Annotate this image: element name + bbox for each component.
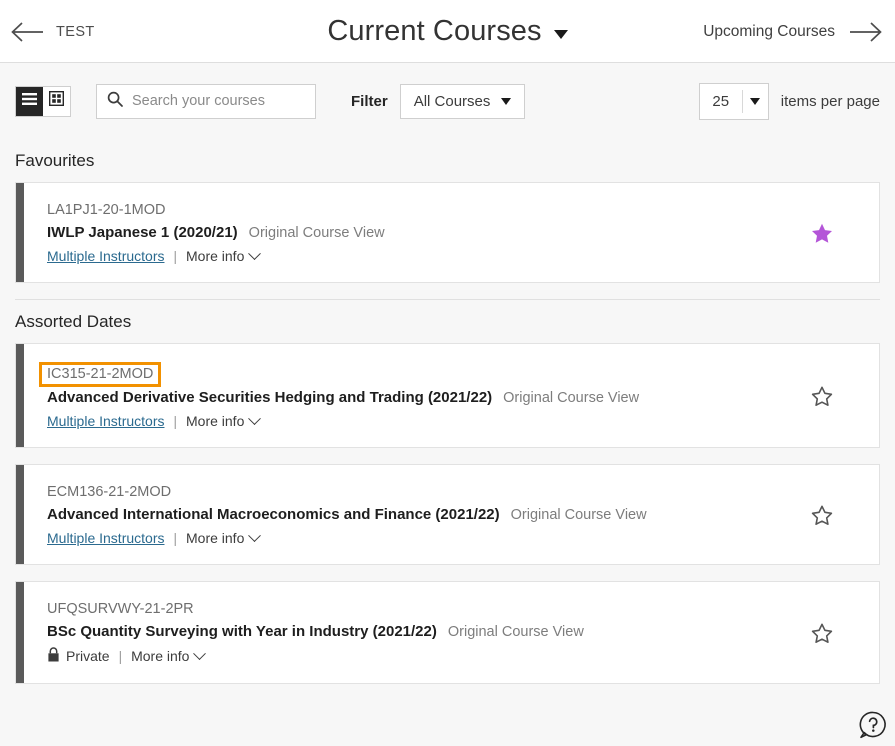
chevron-down-icon <box>501 98 511 105</box>
chevron-down-icon[interactable] <box>554 30 568 39</box>
course-title-row: BSc Quantity Surveying with Year in Indu… <box>47 623 861 640</box>
instructors-link[interactable]: Multiple Instructors <box>47 248 164 264</box>
course-id: LA1PJ1-20-1MOD <box>47 202 165 218</box>
course-card[interactable]: UFQSURVWY-21-2PR BSc Quantity Surveying w… <box>15 581 880 684</box>
more-info-button[interactable]: More info <box>186 530 259 546</box>
course-title-row: Advanced International Macroeconomics an… <box>47 506 861 523</box>
chevron-down-icon <box>194 647 207 660</box>
instructors-link[interactable]: Multiple Instructors <box>47 530 164 546</box>
private-badge: Private <box>47 647 110 665</box>
private-label: Private <box>66 648 110 664</box>
section-title: Assorted Dates <box>15 312 880 332</box>
help-icon <box>858 727 888 744</box>
separator: | <box>173 249 177 264</box>
arrow-right-icon <box>849 21 883 43</box>
filter-select[interactable]: All Courses <box>400 84 526 119</box>
course-id: UFQSURVWY-21-2PR <box>47 601 194 617</box>
more-info-button[interactable]: More info <box>186 248 259 264</box>
top-header-bar: TEST Current Courses Upcoming Courses <box>0 0 895 63</box>
chevron-down-icon <box>248 247 261 260</box>
courses-content: Favourites LA1PJ1-20-1MOD IWLP Japanese 1 … <box>0 151 895 684</box>
page-title: Current Courses <box>327 17 541 46</box>
separator: | <box>173 414 177 429</box>
course-title-row: IWLP Japanese 1 (2020/21) Original Course… <box>47 224 861 241</box>
arrow-left-icon <box>10 21 44 43</box>
separator: | <box>173 531 177 546</box>
course-view-label: Original Course View <box>249 225 385 241</box>
course-meta-row: Private | More info <box>47 647 861 665</box>
course-title[interactable]: BSc Quantity Surveying with Year in Indu… <box>47 623 437 640</box>
card-accent-bar <box>16 465 24 564</box>
search-input[interactable] <box>132 93 305 109</box>
course-view-label: Original Course View <box>503 390 639 406</box>
items-per-page-label: items per page <box>781 93 880 110</box>
search-box[interactable] <box>96 84 316 119</box>
course-card[interactable]: LA1PJ1-20-1MOD IWLP Japanese 1 (2020/21) O… <box>15 182 880 283</box>
lock-icon <box>47 647 60 665</box>
course-title[interactable]: IWLP Japanese 1 (2020/21) <box>47 224 238 241</box>
course-meta-row: Multiple Instructors | More info <box>47 248 861 264</box>
chevron-down-icon <box>248 529 261 542</box>
instructors-link[interactable]: Multiple Instructors <box>47 413 164 429</box>
view-mode-toggle <box>15 86 71 117</box>
more-info-label: More info <box>186 413 244 429</box>
upcoming-courses-label: Upcoming Courses <box>703 23 835 41</box>
courses-toolbar: Filter All Courses 25 items per page <box>0 63 895 139</box>
section-title: Favourites <box>15 151 880 171</box>
course-title-row: Advanced Derivative Securities Hedging a… <box>47 389 861 406</box>
list-view-icon <box>22 92 37 110</box>
favourite-star-filled-button[interactable] <box>811 222 833 243</box>
course-meta-row: Multiple Instructors | More info <box>47 413 861 429</box>
upcoming-courses-button[interactable]: Upcoming Courses <box>703 0 883 63</box>
more-info-label: More info <box>186 530 244 546</box>
more-info-button[interactable]: More info <box>186 413 259 429</box>
items-per-page-group: 25 items per page <box>699 63 880 139</box>
more-info-button[interactable]: More info <box>131 648 204 664</box>
chevron-down-icon <box>743 98 768 105</box>
course-title[interactable]: Advanced International Macroeconomics an… <box>47 506 500 523</box>
course-title[interactable]: Advanced Derivative Securities Hedging a… <box>47 389 492 406</box>
course-id: ECM136-21-2MOD <box>47 484 171 500</box>
search-icon <box>107 91 123 112</box>
help-button[interactable] <box>858 710 888 740</box>
separator: | <box>119 649 123 664</box>
more-info-label: More info <box>131 648 189 664</box>
course-card[interactable]: IC315-21-2MOD Advanced Derivative Securit… <box>15 343 880 448</box>
list-view-button[interactable] <box>16 87 43 116</box>
chevron-down-icon <box>248 412 261 425</box>
filter-label: Filter <box>351 93 388 110</box>
card-accent-bar <box>16 183 24 282</box>
back-to-test-button[interactable]: TEST <box>10 0 95 63</box>
favourite-star-outline-button[interactable] <box>811 622 833 643</box>
course-id: IC315-21-2MOD <box>39 362 161 387</box>
card-accent-bar <box>16 582 24 683</box>
course-view-label: Original Course View <box>511 507 647 523</box>
back-label: TEST <box>56 24 95 40</box>
items-per-page-select[interactable]: 25 <box>699 83 769 120</box>
favourite-star-outline-button[interactable] <box>811 385 833 406</box>
course-view-label: Original Course View <box>448 624 584 640</box>
section-divider <box>15 299 880 300</box>
course-meta-row: Multiple Instructors | More info <box>47 530 861 546</box>
filter-selected-value: All Courses <box>414 93 491 110</box>
course-card[interactable]: ECM136-21-2MOD Advanced International Mac… <box>15 464 880 565</box>
more-info-label: More info <box>186 248 244 264</box>
card-accent-bar <box>16 344 24 447</box>
grid-view-button[interactable] <box>43 87 70 116</box>
items-per-page-value: 25 <box>700 93 742 110</box>
grid-view-icon <box>49 91 64 111</box>
favourite-star-outline-button[interactable] <box>811 504 833 525</box>
